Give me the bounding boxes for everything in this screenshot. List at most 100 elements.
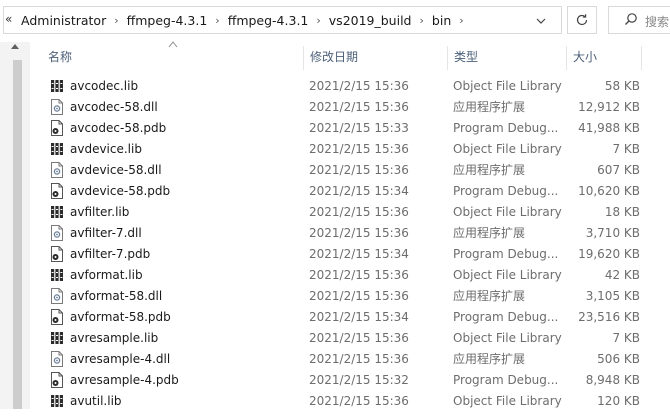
lib-file-icon xyxy=(50,330,66,347)
file-name: avfilter.lib xyxy=(70,205,130,219)
column-header-date[interactable]: 修改日期 xyxy=(310,42,358,72)
file-row[interactable]: avresample-4.pdb 2021/2/15 15:32 Program D… xyxy=(30,370,670,391)
breadcrumb-item[interactable]: Administrator xyxy=(21,13,106,28)
file-type: Object File Library xyxy=(453,205,562,219)
file-type: Program Debug... xyxy=(453,184,559,198)
pdb-file-icon xyxy=(50,120,66,137)
file-type: 应用程序扩展 xyxy=(453,100,526,114)
refresh-icon xyxy=(576,14,588,26)
dll-file-icon xyxy=(50,99,66,116)
file-modified-date: 2021/2/15 15:36 xyxy=(309,205,409,219)
file-name: avformat-58.pdb xyxy=(70,310,171,324)
breadcrumb-item[interactable]: bin xyxy=(432,13,451,28)
file-row[interactable]: avresample-4.dll 2021/2/15 15:36 应用程序扩展 506… xyxy=(30,349,670,370)
file-modified-date: 2021/2/15 15:32 xyxy=(309,373,409,387)
file-name: avresample-4.pdb xyxy=(70,373,179,387)
breadcrumb-separator-icon[interactable]: › xyxy=(459,14,463,27)
file-row[interactable]: avcodec-58.pdb 2021/2/15 15:33 Program Deb… xyxy=(30,118,670,139)
address-history-dropdown[interactable] xyxy=(531,13,551,29)
lib-file-icon xyxy=(50,267,66,284)
file-size: 19,620 KB xyxy=(578,247,640,261)
breadcrumb-item[interactable]: ffmpeg-4.3.1 xyxy=(127,13,208,28)
file-row[interactable]: avformat.lib 2021/2/15 15:36 Object File L… xyxy=(30,265,670,286)
file-name: avdevice.lib xyxy=(70,142,142,156)
file-size: 18 KB xyxy=(604,205,640,219)
breadcrumb-overflow-button[interactable]: « xyxy=(5,12,12,26)
breadcrumb-item[interactable]: ffmpeg-4.3.1 xyxy=(228,13,309,28)
file-row[interactable]: avfilter-7.dll 2021/2/15 15:36 应用程序扩展 3,710… xyxy=(30,223,670,244)
dll-file-icon xyxy=(50,288,66,305)
file-modified-date: 2021/2/15 15:34 xyxy=(309,310,409,324)
file-name: avformat.lib xyxy=(70,268,143,282)
file-size: 8,948 KB xyxy=(585,373,640,387)
file-row[interactable]: avcodec-58.dll 2021/2/15 15:36 应用程序扩展 12,91… xyxy=(30,97,670,118)
refresh-button[interactable] xyxy=(567,6,597,34)
column-header-type[interactable]: 类型 xyxy=(454,42,478,72)
file-type: 应用程序扩展 xyxy=(453,289,526,303)
file-modified-date: 2021/2/15 15:36 xyxy=(309,352,409,366)
file-name: avresample-4.dll xyxy=(70,352,171,366)
column-divider[interactable] xyxy=(566,46,567,70)
file-size: 506 KB xyxy=(597,352,640,366)
dll-file-icon xyxy=(50,351,66,368)
file-name: avcodec.lib xyxy=(70,79,139,93)
column-divider[interactable] xyxy=(641,46,642,70)
file-name: avresample.lib xyxy=(70,331,159,345)
file-type: 应用程序扩展 xyxy=(453,352,526,366)
file-size: 3,710 KB xyxy=(585,226,640,240)
file-size: 12,912 KB xyxy=(578,100,640,114)
column-divider[interactable] xyxy=(447,46,448,70)
address-bar[interactable]: « Administrator › ffmpeg-4.3.1 › ffmpeg-4.3.… xyxy=(3,6,562,34)
breadcrumb: Administrator › ffmpeg-4.3.1 › ffmpeg-4.3.1 ›… xyxy=(21,7,472,33)
dll-file-icon xyxy=(50,225,66,242)
scrollbar-thumb[interactable] xyxy=(13,60,22,409)
column-header-size[interactable]: 大小 xyxy=(573,42,597,72)
file-type: 应用程序扩展 xyxy=(453,226,526,240)
lib-file-icon xyxy=(50,204,66,221)
file-modified-date: 2021/2/15 15:36 xyxy=(309,79,409,93)
file-modified-date: 2021/2/15 15:36 xyxy=(309,163,409,177)
file-row[interactable]: avresample.lib 2021/2/15 15:36 Object File… xyxy=(30,328,670,349)
file-modified-date: 2021/2/15 15:36 xyxy=(309,142,409,156)
scrollbar[interactable] xyxy=(0,42,30,409)
pdb-file-icon xyxy=(50,183,66,200)
file-type: 应用程序扩展 xyxy=(453,163,526,177)
file-modified-date: 2021/2/15 15:36 xyxy=(309,100,409,114)
scroll-up-icon[interactable] xyxy=(10,42,20,55)
file-size: 7 KB xyxy=(612,142,640,156)
breadcrumb-separator-icon[interactable]: › xyxy=(420,14,424,27)
file-row[interactable]: avdevice-58.dll 2021/2/15 15:36 应用程序扩展 607 … xyxy=(30,160,670,181)
file-type: Object File Library xyxy=(453,331,562,345)
file-name: avcodec-58.pdb xyxy=(70,121,167,135)
file-name: avcodec-58.dll xyxy=(70,100,158,114)
file-size: 23,516 KB xyxy=(578,310,640,324)
breadcrumb-separator-icon[interactable]: › xyxy=(114,14,118,27)
search-placeholder: 搜索 xyxy=(645,15,670,29)
breadcrumb-separator-icon[interactable]: › xyxy=(316,14,320,27)
pdb-file-icon xyxy=(50,246,66,263)
breadcrumb-item[interactable]: vs2019_build xyxy=(329,13,412,28)
file-type: Program Debug... xyxy=(453,310,559,324)
file-list: avcodec.lib 2021/2/15 15:36 Object File Li… xyxy=(30,76,670,412)
file-row[interactable]: avdevice.lib 2021/2/15 15:36 Object File L… xyxy=(30,139,670,160)
column-header-name[interactable]: 名称 xyxy=(48,42,72,72)
file-name: avformat-58.dll xyxy=(70,289,163,303)
file-size: 41,988 KB xyxy=(578,121,640,135)
breadcrumb-separator-icon[interactable]: › xyxy=(215,14,219,27)
file-row[interactable]: avformat-58.pdb 2021/2/15 15:34 Program De… xyxy=(30,307,670,328)
lib-file-icon xyxy=(50,78,66,95)
file-modified-date: 2021/2/15 15:34 xyxy=(309,247,409,261)
column-divider[interactable] xyxy=(303,46,304,70)
file-row[interactable]: avcodec.lib 2021/2/15 15:36 Object File Li… xyxy=(30,76,670,97)
file-type: Object File Library xyxy=(453,142,562,156)
file-row[interactable]: avformat-58.dll 2021/2/15 15:36 应用程序扩展 3,10… xyxy=(30,286,670,307)
file-row[interactable]: avfilter.lib 2021/2/15 15:36 Object File L… xyxy=(30,202,670,223)
column-header-row: 名称 修改日期 类型 大小 xyxy=(30,41,670,72)
file-modified-date: 2021/2/15 15:36 xyxy=(309,331,409,345)
file-size: 3,105 KB xyxy=(585,289,640,303)
file-size: 58 KB xyxy=(604,79,640,93)
file-row[interactable]: avfilter-7.pdb 2021/2/15 15:34 Program Deb… xyxy=(30,244,670,265)
file-row[interactable]: avdevice-58.pdb 2021/2/15 15:34 Program De… xyxy=(30,181,670,202)
search-box[interactable]: 搜索 xyxy=(608,6,670,34)
file-type: Program Debug... xyxy=(453,121,559,135)
